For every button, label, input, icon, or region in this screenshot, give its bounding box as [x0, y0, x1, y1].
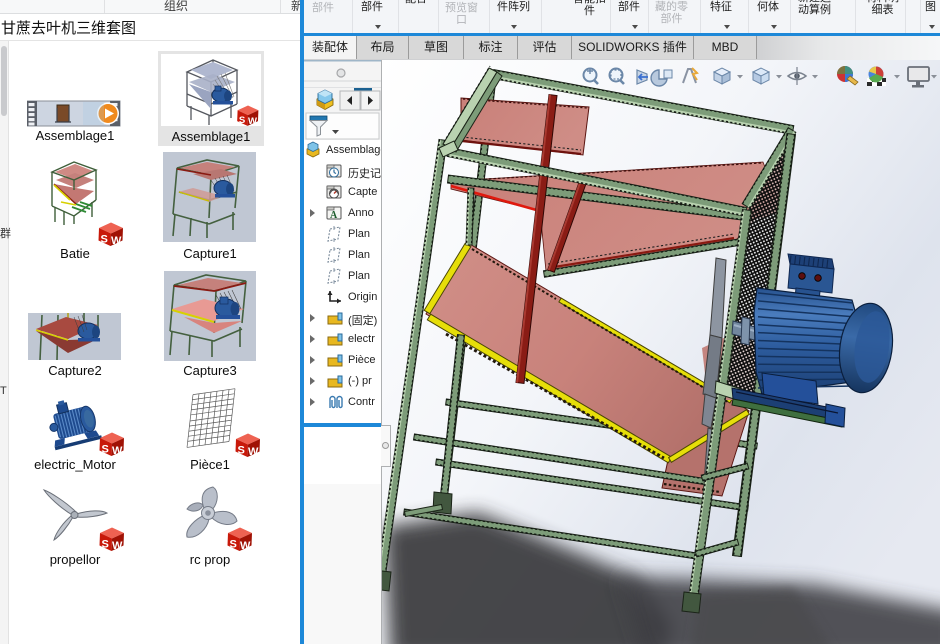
svg-text:W: W	[248, 116, 257, 127]
svg-text:S: S	[230, 539, 237, 551]
svg-text:S: S	[102, 444, 109, 456]
svg-text:W: W	[240, 540, 251, 552]
svg-text:A: A	[330, 210, 338, 221]
svg-text:W: W	[112, 445, 123, 457]
svg-text:S: S	[239, 115, 245, 126]
svg-text:W: W	[112, 540, 123, 552]
svg-text:S: S	[238, 445, 245, 457]
svg-text:S: S	[101, 234, 108, 246]
svg-text:S: S	[102, 539, 109, 551]
svg-text:W: W	[248, 446, 259, 458]
svg-text:W: W	[111, 235, 122, 247]
